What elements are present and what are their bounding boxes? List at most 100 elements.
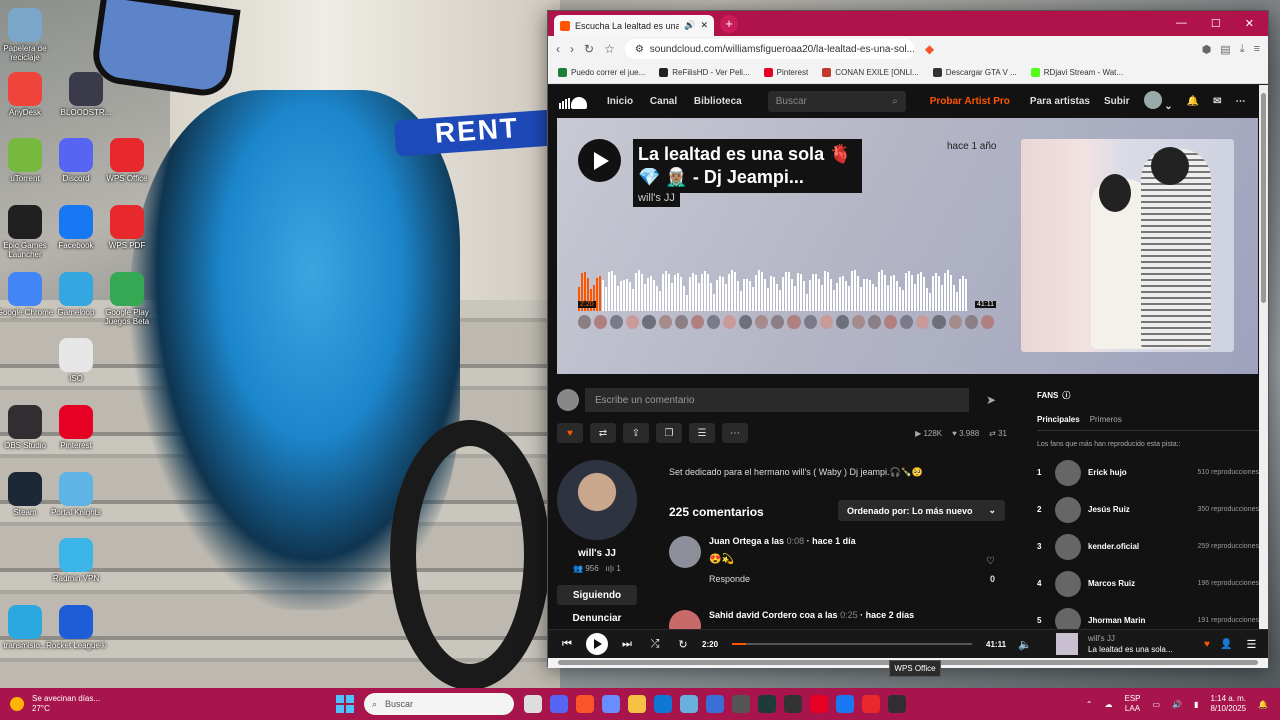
- battery-icon[interactable]: ▮: [1194, 700, 1198, 709]
- desktop-icon[interactable]: Pinterest: [46, 405, 106, 450]
- bookmark-item[interactable]: Pinterest: [763, 68, 808, 77]
- obs-icon[interactable]: [888, 695, 906, 713]
- comment-marker-avatar[interactable]: [610, 315, 624, 329]
- tray-chevron-icon[interactable]: ⌃: [1086, 700, 1093, 709]
- copilot-icon[interactable]: [602, 695, 620, 713]
- share-button[interactable]: ⇪: [623, 423, 649, 443]
- bookmark-item[interactable]: ReFilisHD - Ver Peli...: [659, 68, 750, 77]
- network-icon[interactable]: ▭: [1153, 700, 1161, 709]
- comment-marker-avatar[interactable]: [626, 315, 640, 329]
- desktop-icon[interactable]: Portal Knights: [46, 472, 106, 517]
- url-field[interactable]: ⚙ soundcloud.com/williamsfigueroaa20/la-…: [624, 39, 915, 59]
- play-button[interactable]: [578, 139, 621, 182]
- more-icon[interactable]: ⋯: [1236, 96, 1246, 107]
- comment-marker-avatar[interactable]: [594, 315, 608, 329]
- reply-button[interactable]: Responde: [709, 574, 750, 584]
- waveform[interactable]: [578, 265, 994, 311]
- brave-shield-icon[interactable]: ◆: [925, 42, 934, 56]
- repost-button[interactable]: ⇄: [590, 423, 616, 443]
- minimize-icon[interactable]: —: [1176, 17, 1187, 30]
- messages-icon[interactable]: ✉: [1213, 96, 1221, 107]
- comment-author[interactable]: Sahid david Cordero coa a las 0:25 · hac…: [709, 610, 914, 620]
- comment-marker-avatar[interactable]: [964, 315, 978, 329]
- bookmark-item[interactable]: RDjavi Stream - Wat...: [1030, 68, 1123, 77]
- player-title[interactable]: La lealtad es una sola...: [1088, 644, 1194, 655]
- player-play-button[interactable]: [586, 633, 608, 655]
- comment-marker-avatar[interactable]: [819, 315, 833, 329]
- more-button[interactable]: ⋯: [722, 423, 748, 443]
- soundcloud-logo-icon[interactable]: [559, 95, 593, 109]
- comment-marker-avatar[interactable]: [771, 315, 785, 329]
- next-icon[interactable]: ⏭: [618, 638, 636, 651]
- for-artists-link[interactable]: Para artistas: [1030, 96, 1090, 107]
- fan-avatar[interactable]: [1055, 496, 1081, 523]
- desktop-icon[interactable]: Radmin VPN: [46, 538, 106, 583]
- nav-feed[interactable]: Canal: [650, 96, 677, 107]
- queue-icon[interactable]: ☰: [1242, 638, 1260, 651]
- store-icon[interactable]: [706, 695, 724, 713]
- downloads-icon[interactable]: ⤓: [1240, 43, 1245, 56]
- fan-name[interactable]: Marcos Ruiz: [1088, 579, 1198, 588]
- artist-name[interactable]: will's JJ: [557, 548, 637, 559]
- notepad-icon[interactable]: [680, 695, 698, 713]
- report-button[interactable]: Denunciar: [557, 613, 637, 624]
- comment-author[interactable]: Juan Ortega a las 0:08 · hace 1 día: [709, 536, 856, 546]
- bookmark-icon[interactable]: ☆: [604, 42, 615, 56]
- calculator-icon[interactable]: [732, 695, 750, 713]
- player-artist[interactable]: will's JJ: [1088, 633, 1194, 644]
- comment-marker-avatar[interactable]: [980, 315, 994, 329]
- fan-name[interactable]: kender.oficial: [1088, 542, 1198, 551]
- volume-tray-icon[interactable]: 🔊: [1172, 700, 1182, 709]
- copy-link-button[interactable]: ❐: [656, 423, 682, 443]
- fan-avatar[interactable]: [1055, 533, 1081, 560]
- artist-pro-link[interactable]: Probar Artist Pro: [930, 96, 1010, 107]
- extension-icon[interactable]: ⬢: [1202, 43, 1212, 56]
- comment-marker-avatar[interactable]: [706, 315, 720, 329]
- user-avatar[interactable]: ⌄: [1143, 91, 1173, 112]
- bookmark-item[interactable]: CONAN EXILE [ONLI...: [822, 68, 919, 77]
- brave-icon[interactable]: [576, 695, 594, 713]
- comment-marker-avatar[interactable]: [803, 315, 817, 329]
- player-follow-icon[interactable]: 👤: [1220, 639, 1232, 650]
- send-icon[interactable]: ➤: [975, 393, 1007, 407]
- nav-home[interactable]: Inicio: [607, 96, 633, 107]
- repeat-icon[interactable]: ↻: [674, 638, 692, 651]
- comment-marker-avatar[interactable]: [900, 315, 914, 329]
- search-icon[interactable]: ⌕: [892, 96, 898, 107]
- clock[interactable]: 1:14 a. m. 8/10/2025: [1210, 694, 1246, 714]
- fan-avatar[interactable]: [1055, 570, 1081, 597]
- close-window-icon[interactable]: ✕: [1245, 17, 1254, 30]
- fan-row[interactable]: 2 Jesús Ruiz 350 reproducciones: [1037, 491, 1259, 528]
- following-button[interactable]: Siguiendo: [557, 585, 637, 605]
- comment-marker-avatar[interactable]: [916, 315, 930, 329]
- player-like-icon[interactable]: ♥: [1204, 639, 1210, 650]
- pinterest-icon[interactable]: [810, 695, 828, 713]
- desktop-icon[interactable]: AnyDesk: [0, 72, 55, 117]
- cover-art[interactable]: [1021, 139, 1234, 352]
- forward-icon[interactable]: ›: [570, 42, 574, 56]
- fan-row[interactable]: 3 kender.oficial 259 reproducciones: [1037, 528, 1259, 565]
- comment-input[interactable]: Escribe un comentario: [585, 388, 969, 412]
- shuffle-icon[interactable]: ⤮: [646, 638, 664, 651]
- volume-icon[interactable]: 🔈: [1016, 638, 1034, 651]
- task-view-icon[interactable]: [524, 695, 542, 713]
- taskbar-search[interactable]: ⌕ Buscar: [364, 693, 514, 715]
- wps-icon[interactable]: [862, 695, 880, 713]
- weather-widget[interactable]: Se avecinan días... 27°C: [0, 694, 330, 714]
- previous-icon[interactable]: ⏮: [558, 638, 576, 651]
- track-artist[interactable]: will's JJ: [633, 189, 680, 207]
- comment-marker-avatar[interactable]: [674, 315, 688, 329]
- desktop-icon[interactable]: Google Play Juegos Beta: [97, 272, 157, 326]
- start-button-icon[interactable]: [336, 695, 354, 713]
- comment-marker-avatar[interactable]: [658, 315, 672, 329]
- comment-like-icon[interactable]: ♡: [986, 556, 995, 567]
- likes-stat[interactable]: ♥ 3.988: [952, 429, 979, 438]
- add-to-playlist-button[interactable]: ☰: [689, 423, 715, 443]
- comment-marker-avatar[interactable]: [948, 315, 962, 329]
- fan-name[interactable]: Jesús Ruiz: [1088, 505, 1198, 514]
- nav-library[interactable]: Biblioteca: [694, 96, 742, 107]
- comment-marker-avatar[interactable]: [851, 315, 865, 329]
- player-track-info[interactable]: will's JJ La lealtad es una sola...: [1088, 633, 1194, 655]
- comment-avatar[interactable]: [669, 536, 701, 568]
- facebook-icon[interactable]: [836, 695, 854, 713]
